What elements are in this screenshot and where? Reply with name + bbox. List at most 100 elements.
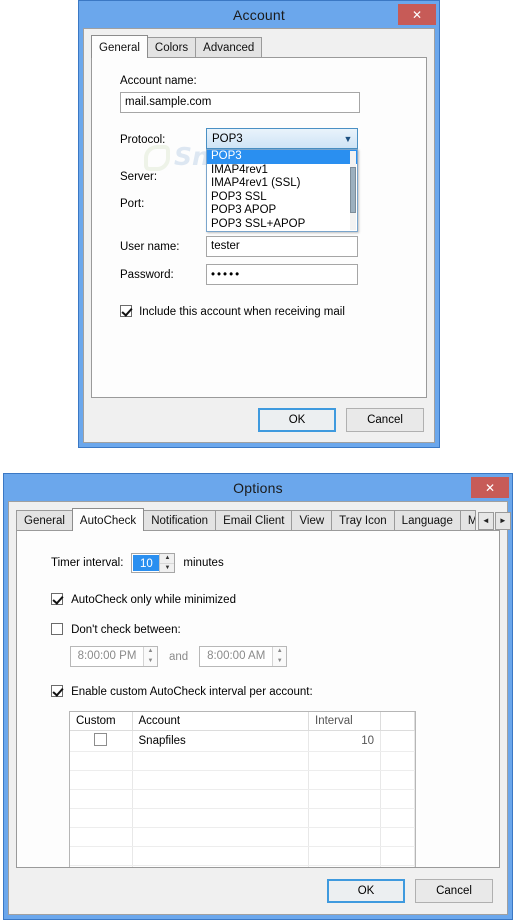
account-name-input[interactable]: mail.sample.com bbox=[120, 92, 360, 113]
option-pop3[interactable]: POP3 bbox=[207, 150, 357, 164]
dont-check-to-time[interactable]: 8:00:00 AM ▲ ▼ bbox=[199, 646, 288, 667]
tab-autocheck[interactable]: AutoCheck bbox=[71, 508, 145, 531]
ok-button[interactable]: OK bbox=[327, 879, 405, 903]
options-window-title: Options bbox=[233, 479, 283, 496]
option-pop3-ssl[interactable]: POP3 SSL bbox=[207, 191, 357, 205]
dont-check-from-time[interactable]: 8:00:00 PM ▲ ▼ bbox=[70, 646, 158, 667]
account-name-label: Account name: bbox=[120, 75, 197, 87]
tab-colors[interactable]: Colors bbox=[146, 37, 197, 57]
chevron-right-icon[interactable]: ► bbox=[494, 512, 511, 530]
option-imap4rev1-ssl[interactable]: IMAP4rev1 (SSL) bbox=[207, 177, 357, 191]
dropdown-scrollbar-thumb[interactable] bbox=[350, 166, 356, 213]
tab-notification[interactable]: Notification bbox=[143, 510, 217, 530]
close-icon[interactable]: ✕ bbox=[471, 477, 509, 498]
tab-view[interactable]: View bbox=[291, 510, 333, 530]
empty-cell bbox=[380, 751, 415, 771]
empty-cell bbox=[70, 751, 133, 771]
column-header-custom[interactable]: Custom bbox=[70, 712, 133, 731]
column-header-account[interactable]: Account bbox=[132, 712, 309, 731]
include-account-label: Include this account when receiving mail bbox=[139, 306, 345, 318]
empty-cell bbox=[380, 865, 415, 867]
account-button-bar: OK Cancel bbox=[84, 398, 434, 442]
tab-mouse-actions[interactable]: Mouse A bbox=[459, 510, 476, 530]
stepper-down-icon[interactable]: ▼ bbox=[160, 564, 174, 573]
dont-check-between-checkbox[interactable] bbox=[51, 623, 63, 635]
user-name-input[interactable]: tester bbox=[206, 236, 358, 257]
server-label: Server: bbox=[120, 171, 158, 183]
row-custom-checkbox[interactable] bbox=[94, 733, 108, 746]
from-time-stepper[interactable]: ▲ ▼ bbox=[143, 647, 157, 666]
autocheck-minimized-row[interactable]: AutoCheck only while minimized bbox=[51, 593, 236, 606]
dont-check-between-row[interactable]: Don't check between: bbox=[51, 623, 181, 636]
dont-check-from-value[interactable]: 8:00:00 PM bbox=[71, 647, 143, 666]
timer-interval-value[interactable]: 10 bbox=[133, 555, 160, 571]
to-time-stepper[interactable]: ▲ ▼ bbox=[272, 647, 287, 667]
empty-cell bbox=[70, 808, 133, 828]
dont-check-to-value[interactable]: 8:00:00 AM bbox=[200, 647, 272, 666]
timer-interval-stepper[interactable]: 10 ▲ ▼ bbox=[131, 553, 176, 573]
tab-email-client[interactable]: Email Client bbox=[215, 510, 293, 530]
account-client-area: General Colors Advanced SnapFiles Accoun… bbox=[83, 28, 435, 443]
enable-custom-interval-checkbox[interactable] bbox=[51, 685, 63, 697]
timer-interval-label: Timer interval: bbox=[51, 557, 124, 569]
table-row[interactable]: Snapfiles 10 bbox=[70, 730, 415, 752]
accounts-table: Custom Account Interval Snapfiles 10 bbox=[70, 712, 415, 867]
tab-general[interactable]: General bbox=[91, 35, 148, 58]
table-row[interactable] bbox=[70, 846, 415, 866]
stepper-down-icon[interactable]: ▼ bbox=[273, 657, 286, 667]
row-interval-cell[interactable]: 10 bbox=[308, 730, 381, 752]
tab-language[interactable]: Language bbox=[393, 510, 461, 530]
close-icon[interactable]: ✕ bbox=[398, 4, 436, 25]
tab-general[interactable]: General bbox=[16, 510, 73, 530]
table-row[interactable] bbox=[70, 827, 415, 847]
protocol-dropdown-list[interactable]: POP3 IMAP4rev1 IMAP4rev1 (SSL) POP3 SSL … bbox=[206, 149, 358, 232]
include-account-checkbox[interactable] bbox=[120, 305, 132, 317]
option-imap4rev1[interactable]: IMAP4rev1 bbox=[207, 164, 357, 178]
tab-tray-icon[interactable]: Tray Icon bbox=[331, 510, 395, 530]
tab-advanced[interactable]: Advanced bbox=[195, 37, 263, 57]
dropdown-scrollbar[interactable] bbox=[350, 151, 356, 230]
table-row[interactable] bbox=[70, 865, 415, 867]
chevron-down-icon[interactable]: ▼ bbox=[339, 134, 357, 144]
option-pop3-apop[interactable]: POP3 APOP bbox=[207, 204, 357, 218]
protocol-selected-value: POP3 bbox=[212, 132, 243, 145]
cancel-button[interactable]: Cancel bbox=[415, 879, 493, 903]
empty-cell bbox=[308, 827, 381, 847]
include-account-checkbox-row[interactable]: Include this account when receiving mail bbox=[120, 305, 345, 318]
stepper-up-icon[interactable]: ▲ bbox=[160, 554, 175, 564]
accounts-grid[interactable]: Custom Account Interval Snapfiles 10 bbox=[69, 711, 416, 867]
table-row[interactable] bbox=[70, 751, 415, 771]
empty-cell bbox=[132, 808, 309, 828]
row-custom-cell[interactable] bbox=[70, 730, 133, 752]
dont-check-and-label: and bbox=[169, 650, 189, 663]
empty-cell bbox=[308, 808, 381, 828]
stepper-up-icon[interactable]: ▲ bbox=[144, 647, 157, 657]
stepper-up-icon[interactable]: ▲ bbox=[273, 647, 286, 657]
table-row[interactable] bbox=[70, 770, 415, 790]
options-autocheck-panel: SnapFiles Timer interval: 10 ▲ ▼ minutes… bbox=[16, 530, 500, 868]
options-dialog-window[interactable]: Options ✕ General AutoCheck Notification… bbox=[3, 473, 513, 920]
empty-cell bbox=[308, 846, 381, 866]
stepper-down-icon[interactable]: ▼ bbox=[144, 657, 157, 667]
protocol-combobox[interactable]: POP3 ▼ bbox=[206, 128, 358, 149]
ok-button[interactable]: OK bbox=[258, 408, 336, 432]
tab-scroll-buttons[interactable]: ◄ ► bbox=[477, 512, 511, 530]
row-account-cell[interactable]: Snapfiles bbox=[132, 730, 309, 752]
chevron-left-icon[interactable]: ◄ bbox=[477, 512, 494, 530]
empty-cell bbox=[70, 789, 133, 809]
autocheck-minimized-checkbox[interactable] bbox=[51, 593, 63, 605]
dont-check-between-label: Don't check between: bbox=[71, 624, 181, 636]
table-row[interactable] bbox=[70, 808, 415, 828]
enable-custom-interval-row[interactable]: Enable custom AutoCheck interval per acc… bbox=[51, 685, 313, 698]
cancel-button[interactable]: Cancel bbox=[346, 408, 424, 432]
password-input[interactable]: ••••• bbox=[206, 264, 358, 285]
option-pop3-ssl-apop[interactable]: POP3 SSL+APOP bbox=[207, 218, 357, 232]
account-dialog-window[interactable]: Account ✕ General Colors Advanced SnapFi… bbox=[78, 0, 440, 448]
port-label: Port: bbox=[120, 198, 145, 210]
timer-interval-stepper-buttons[interactable]: ▲ ▼ bbox=[159, 554, 175, 573]
dont-check-time-range: 8:00:00 PM ▲ ▼ and 8:00:00 AM ▲ ▼ bbox=[70, 646, 288, 667]
column-header-interval[interactable]: Interval bbox=[308, 712, 381, 731]
table-row[interactable] bbox=[70, 789, 415, 809]
password-label: Password: bbox=[120, 269, 174, 281]
account-window-title: Account bbox=[233, 6, 285, 23]
